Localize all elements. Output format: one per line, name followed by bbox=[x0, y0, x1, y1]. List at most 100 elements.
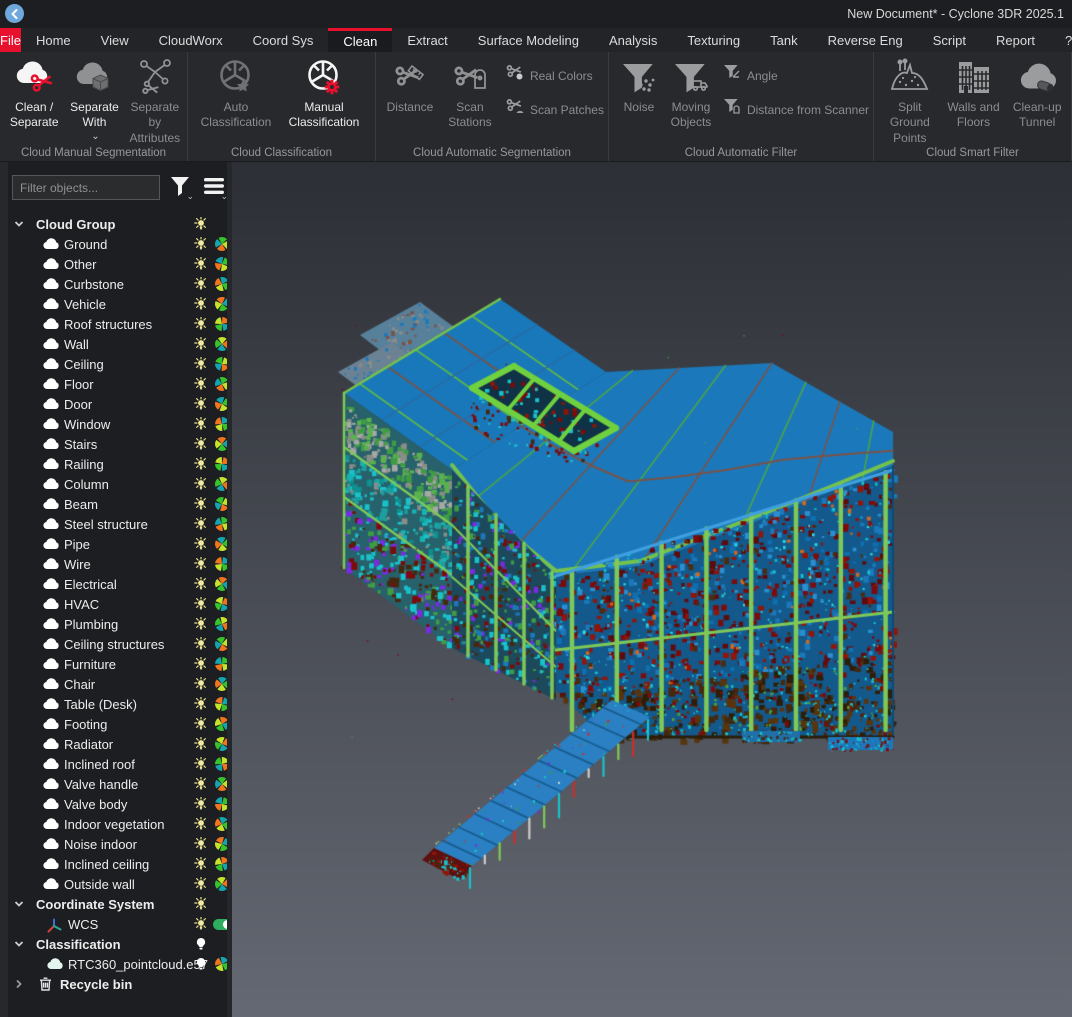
bulb-icon[interactable] bbox=[194, 937, 208, 951]
tab-surface-modeling[interactable]: Surface Modeling bbox=[463, 28, 594, 52]
tree-item-wire[interactable]: Wire bbox=[8, 554, 232, 574]
tree-item-hvac[interactable]: HVAC bbox=[8, 594, 232, 614]
tree-item-valve-handle[interactable]: Valve handle bbox=[8, 774, 232, 794]
ribbon-button-scan-stations[interactable]: Scan Stations bbox=[441, 56, 499, 131]
tab-analysis[interactable]: Analysis bbox=[594, 28, 672, 52]
visibility-on-icon[interactable] bbox=[194, 837, 208, 851]
tree-menu-button[interactable]: ⌄ bbox=[200, 175, 228, 201]
visibility-on-icon[interactable] bbox=[194, 797, 208, 811]
visibility-on-icon[interactable] bbox=[194, 557, 208, 571]
tree-item-floor[interactable]: Floor bbox=[8, 374, 232, 394]
tree-item-coordinate-system[interactable]: Coordinate System bbox=[8, 894, 232, 914]
visibility-on-icon[interactable] bbox=[194, 337, 208, 351]
tree-item-inclined-ceiling[interactable]: Inclined ceiling bbox=[8, 854, 232, 874]
visibility-on-icon[interactable] bbox=[194, 217, 208, 231]
visibility-on-icon[interactable] bbox=[194, 737, 208, 751]
visibility-on-icon[interactable] bbox=[194, 397, 208, 411]
tree-item-table-desk[interactable]: Table (Desk) bbox=[8, 694, 232, 714]
chevron-down-icon[interactable] bbox=[13, 898, 25, 910]
bulb-icon[interactable] bbox=[194, 957, 208, 971]
tab-file[interactable]: File bbox=[0, 28, 21, 52]
visibility-on-icon[interactable] bbox=[194, 457, 208, 471]
visibility-on-icon[interactable] bbox=[194, 237, 208, 251]
tree-item-roof-structures[interactable]: Roof structures bbox=[8, 314, 232, 334]
tab-cloudworx[interactable]: CloudWorx bbox=[144, 28, 238, 52]
ribbon-button-separate-with[interactable]: Separate With⌄ bbox=[65, 56, 123, 142]
tree-item-electrical[interactable]: Electrical bbox=[8, 574, 232, 594]
visibility-on-icon[interactable] bbox=[194, 277, 208, 291]
tree-item-plumbing[interactable]: Plumbing bbox=[8, 614, 232, 634]
tree-item-cloud-group[interactable]: Cloud Group bbox=[8, 214, 232, 234]
tab-extract[interactable]: Extract bbox=[392, 28, 462, 52]
tree-item-beam[interactable]: Beam bbox=[8, 494, 232, 514]
ribbon-button-real-colors[interactable]: Real Colors bbox=[506, 64, 604, 87]
tree-item-rtc360-pointcloud-e57[interactable]: RTC360_pointcloud.e57 bbox=[8, 954, 232, 974]
visibility-on-icon[interactable] bbox=[194, 817, 208, 831]
tab-script[interactable]: Script bbox=[918, 28, 981, 52]
tab-report[interactable]: Report bbox=[981, 28, 1050, 52]
chevron-down-icon[interactable] bbox=[13, 218, 25, 230]
visibility-on-icon[interactable] bbox=[194, 477, 208, 491]
3d-viewport[interactable] bbox=[232, 162, 1072, 1017]
point-cloud-canvas[interactable] bbox=[232, 162, 1072, 1017]
visibility-on-icon[interactable] bbox=[194, 377, 208, 391]
visibility-on-icon[interactable] bbox=[194, 757, 208, 771]
tab-clean[interactable]: Clean bbox=[328, 28, 392, 52]
visibility-on-icon[interactable] bbox=[194, 417, 208, 431]
ribbon-button-clean-up-tunnel[interactable]: Clean-up Tunnel bbox=[1006, 56, 1068, 131]
visibility-on-icon[interactable] bbox=[194, 497, 208, 511]
tree-item-window[interactable]: Window bbox=[8, 414, 232, 434]
ribbon-button-auto-classification[interactable]: Auto Classification bbox=[193, 56, 279, 131]
tree-item-inclined-roof[interactable]: Inclined roof bbox=[8, 754, 232, 774]
chevron-down-icon[interactable] bbox=[13, 938, 25, 950]
filter-funnel-button[interactable]: ⌄ bbox=[166, 175, 194, 201]
visibility-on-icon[interactable] bbox=[194, 677, 208, 691]
tree-item-wcs[interactable]: WCS bbox=[8, 914, 232, 934]
visibility-on-icon[interactable] bbox=[194, 877, 208, 891]
visibility-on-icon[interactable] bbox=[194, 637, 208, 651]
tree-item-other[interactable]: Other bbox=[8, 254, 232, 274]
visibility-on-icon[interactable] bbox=[194, 437, 208, 451]
tree-item-column[interactable]: Column bbox=[8, 474, 232, 494]
tree-item-classification[interactable]: Classification bbox=[8, 934, 232, 954]
tab-tank[interactable]: Tank bbox=[755, 28, 812, 52]
tree-item-noise-indoor[interactable]: Noise indoor bbox=[8, 834, 232, 854]
visibility-on-icon[interactable] bbox=[194, 697, 208, 711]
tree-item-recycle-bin[interactable]: Recycle bin bbox=[8, 974, 232, 994]
tab-q[interactable]: ? bbox=[1050, 28, 1072, 52]
visibility-on-icon[interactable] bbox=[194, 897, 208, 911]
tree-item-pipe[interactable]: Pipe bbox=[8, 534, 232, 554]
tab-home[interactable]: Home bbox=[21, 28, 86, 52]
ribbon-button-split-ground-points[interactable]: Split Ground Points bbox=[879, 56, 941, 146]
tree-item-curbstone[interactable]: Curbstone bbox=[8, 274, 232, 294]
visibility-on-icon[interactable] bbox=[194, 597, 208, 611]
visibility-on-icon[interactable] bbox=[194, 917, 208, 931]
visibility-on-icon[interactable] bbox=[194, 357, 208, 371]
visibility-on-icon[interactable] bbox=[194, 657, 208, 671]
ribbon-button-manual-classification[interactable]: Manual Classification bbox=[281, 56, 367, 131]
tab-coord-sys[interactable]: Coord Sys bbox=[238, 28, 329, 52]
visibility-on-icon[interactable] bbox=[194, 297, 208, 311]
ribbon-button-noise[interactable]: Noise bbox=[614, 56, 664, 115]
chevron-right-icon[interactable] bbox=[13, 978, 25, 990]
tab-view[interactable]: View bbox=[86, 28, 144, 52]
visibility-on-icon[interactable] bbox=[194, 577, 208, 591]
tree-item-wall[interactable]: Wall bbox=[8, 334, 232, 354]
filter-objects-input[interactable] bbox=[12, 175, 160, 200]
tree-item-chair[interactable]: Chair bbox=[8, 674, 232, 694]
tree-item-radiator[interactable]: Radiator bbox=[8, 734, 232, 754]
ribbon-button-clean-separate[interactable]: Clean / Separate bbox=[5, 56, 63, 131]
visibility-on-icon[interactable] bbox=[194, 717, 208, 731]
ribbon-button-distance[interactable]: Distance bbox=[381, 56, 439, 115]
tree-item-outside-wall[interactable]: Outside wall bbox=[8, 874, 232, 894]
tab-texturing[interactable]: Texturing bbox=[672, 28, 755, 52]
tree-item-stairs[interactable]: Stairs bbox=[8, 434, 232, 454]
back-button[interactable] bbox=[5, 4, 24, 23]
ribbon-button-distance-from-scanner[interactable]: Distance from Scanner bbox=[723, 98, 869, 121]
tree-item-furniture[interactable]: Furniture bbox=[8, 654, 232, 674]
ribbon-button-angle[interactable]: Angle bbox=[723, 64, 869, 87]
tree-item-steel-structure[interactable]: Steel structure bbox=[8, 514, 232, 534]
ribbon-button-moving-objects[interactable]: Moving Objects bbox=[666, 56, 716, 131]
tree-item-railing[interactable]: Railing bbox=[8, 454, 232, 474]
tree-item-vehicle[interactable]: Vehicle bbox=[8, 294, 232, 314]
